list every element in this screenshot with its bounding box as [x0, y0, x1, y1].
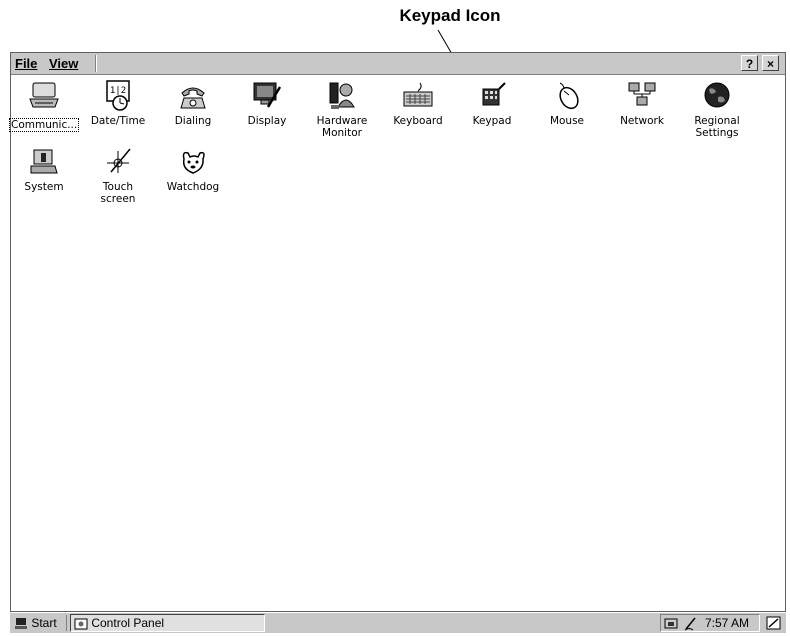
telephone-icon	[180, 87, 206, 109]
touch-stylus-icon	[107, 148, 131, 173]
icon-label: Touch screen	[100, 181, 136, 205]
network-tray-icon[interactable]	[664, 617, 680, 631]
view-menu[interactable]: View	[49, 56, 78, 71]
stylus-tray-icon[interactable]	[683, 617, 697, 631]
icon-label: Hardware Monitor	[316, 115, 368, 139]
icon-keypad[interactable]: Keypad	[457, 79, 527, 127]
icon-label: Date/Time	[90, 115, 146, 127]
icon-display[interactable]: Display	[232, 79, 302, 127]
icon-label: Display	[247, 115, 287, 127]
icon-label: Watchdog	[166, 181, 220, 193]
svg-text:1|2: 1|2	[110, 86, 126, 96]
keyboard-icon	[403, 82, 433, 107]
icon-hardware-monitor[interactable]: Hardware Monitor	[307, 79, 377, 139]
icon-regional-settings[interactable]: Regional Settings	[682, 79, 752, 139]
task-label: Control Panel	[91, 616, 165, 630]
taskbar-separator	[66, 615, 67, 631]
icon-label: Network	[620, 115, 664, 127]
icon-label: Keypad	[472, 115, 512, 127]
start-computer-icon	[15, 618, 27, 630]
mouse-icon	[559, 82, 579, 110]
clock: 7:57 AM	[705, 616, 750, 630]
communications-icon	[29, 82, 59, 108]
icon-dialing[interactable]: Dialing	[158, 79, 228, 127]
help-button[interactable]: ?	[741, 55, 758, 71]
icon-label: System	[24, 181, 64, 193]
start-button[interactable]: Start	[12, 615, 61, 632]
monitor-brush-icon	[253, 82, 282, 108]
start-label: Start	[31, 616, 57, 630]
icon-network[interactable]: Network	[607, 79, 677, 127]
calendar-clock-icon: 1|2	[106, 80, 130, 111]
file-menu[interactable]: File	[15, 56, 37, 71]
keypad-icon	[482, 82, 506, 106]
system-tray: 7:57 AM	[660, 614, 760, 632]
desktop-icon	[766, 616, 781, 630]
icon-label: Keyboard	[393, 115, 443, 127]
menu-separator	[95, 55, 96, 72]
icon-system[interactable]: System	[9, 145, 79, 193]
network-computers-icon	[628, 82, 656, 106]
hardware-monitor-icon	[329, 82, 355, 109]
keypad-icon-callout: Keypad Icon	[399, 6, 501, 25]
icon-date-time[interactable]: 1|2 Date/Time	[83, 79, 153, 127]
icon-communications[interactable]: Communic...	[9, 79, 80, 132]
icon-watchdog[interactable]: Watchdog	[158, 145, 228, 193]
icon-label: Mouse	[549, 115, 585, 127]
icon-touch-screen[interactable]: Touch screen	[83, 145, 153, 205]
icon-label: Dialing	[174, 115, 212, 127]
icon-label: Communic...	[9, 118, 80, 132]
icon-label: Regional Settings	[694, 115, 740, 139]
icon-keyboard[interactable]: Keyboard	[383, 79, 453, 127]
show-desktop-button[interactable]	[765, 614, 783, 632]
close-button[interactable]: ×	[762, 55, 779, 71]
icon-mouse[interactable]: Mouse	[532, 79, 602, 127]
control-panel-window: File View ? × Communic... 1|2 Date/Time …	[9, 52, 786, 612]
taskbar: Start Control Panel 7:57 AM	[10, 612, 786, 633]
control-panel-icon	[74, 618, 88, 630]
watchdog-icon	[182, 151, 205, 174]
taskbar-control-panel[interactable]: Control Panel	[70, 614, 265, 632]
system-computer-icon	[30, 149, 58, 174]
menu-bar: File View ? ×	[11, 53, 785, 75]
globe-icon	[704, 82, 730, 108]
